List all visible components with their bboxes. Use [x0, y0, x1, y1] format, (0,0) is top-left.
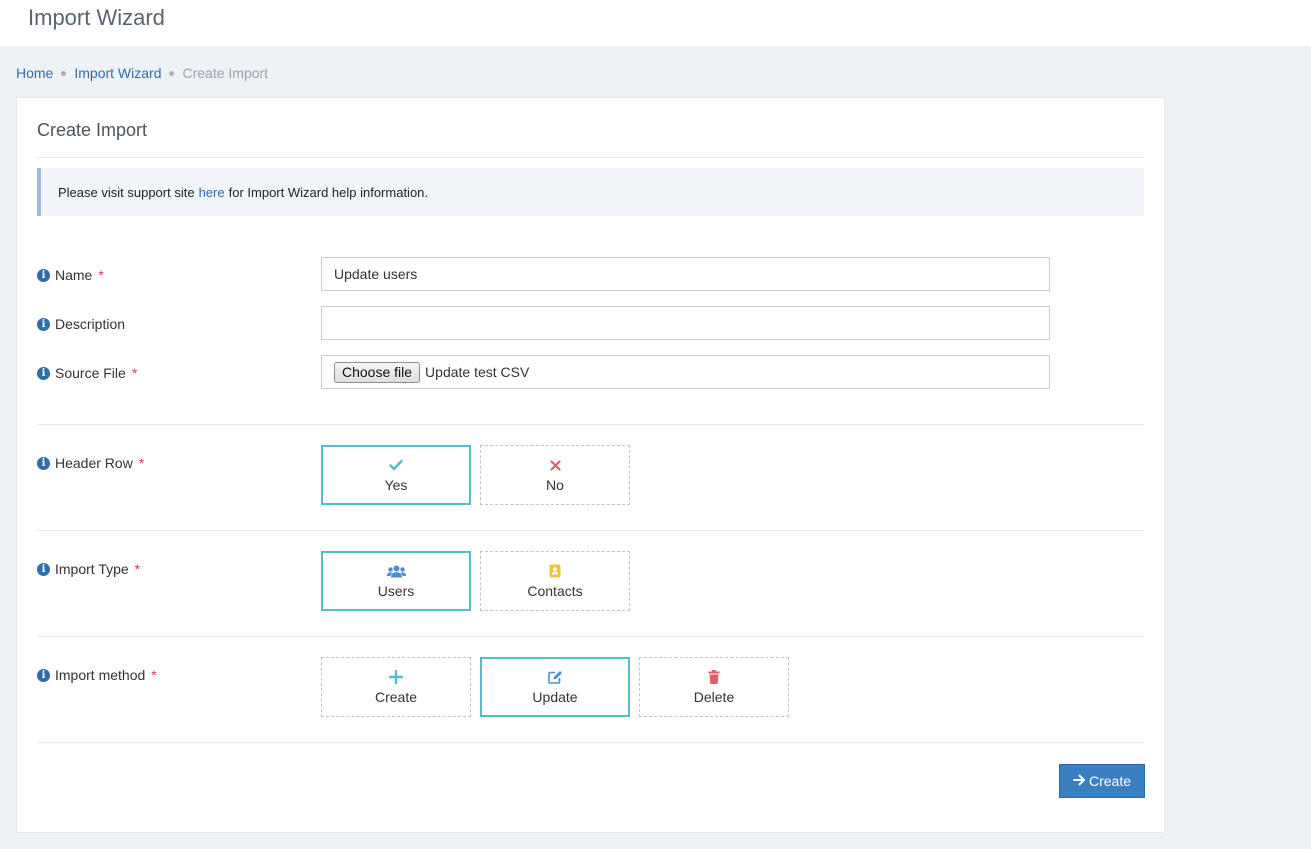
- description-label: i Description: [37, 314, 125, 334]
- contact-card-icon: [549, 563, 561, 579]
- breadcrumb-separator: [169, 70, 175, 76]
- info-icon[interactable]: i: [37, 562, 50, 576]
- import-method-delete-option[interactable]: Delete: [639, 657, 789, 717]
- import-type-contacts-option[interactable]: Contacts: [480, 551, 630, 611]
- users-icon: [386, 563, 406, 579]
- alert-text-prefix: Please visit support site: [58, 184, 195, 200]
- required-asterisk: *: [151, 667, 157, 683]
- description-input[interactable]: [321, 306, 1050, 340]
- breadcrumb-import-wizard-link[interactable]: Import Wizard: [74, 65, 161, 81]
- import-type-label-text: Import Type: [55, 561, 129, 577]
- arrow-right-icon: [1072, 773, 1086, 790]
- alert-text-suffix: for Import Wizard help information.: [228, 184, 429, 200]
- option-label: No: [546, 477, 564, 493]
- info-icon[interactable]: i: [37, 268, 50, 282]
- header-row-label-text: Header Row: [55, 455, 133, 471]
- check-icon: [389, 457, 403, 473]
- plus-icon: [389, 669, 403, 685]
- import-type-users-option[interactable]: Users: [321, 551, 471, 611]
- option-label: Create: [374, 689, 418, 705]
- create-button[interactable]: Create: [1059, 764, 1145, 798]
- selected-file-name: Update test CSV: [425, 364, 530, 380]
- name-label: i Name *: [37, 265, 104, 285]
- required-asterisk: *: [134, 561, 141, 577]
- breadcrumb-separator: [61, 70, 67, 76]
- import-method-label-text: Import method: [55, 667, 146, 683]
- card-title: Create Import: [37, 120, 148, 140]
- divider: [37, 157, 1144, 158]
- source-file-label: i Source File *: [37, 363, 137, 383]
- divider: [37, 424, 1144, 425]
- divider: [37, 636, 1144, 637]
- source-file-label-text: Source File: [55, 365, 126, 381]
- info-icon[interactable]: i: [37, 317, 50, 331]
- option-label: Delete: [693, 689, 735, 705]
- description-label-text: Description: [55, 316, 126, 332]
- name-input[interactable]: [321, 257, 1050, 291]
- divider: [37, 742, 1144, 743]
- required-asterisk: *: [98, 267, 104, 283]
- import-method-create-option[interactable]: Create: [321, 657, 471, 717]
- header-row-yes-option[interactable]: Yes: [321, 445, 471, 505]
- required-asterisk: *: [138, 455, 145, 471]
- edit-icon: [547, 669, 563, 685]
- source-file-field: Choose file Update test CSV: [321, 355, 1050, 389]
- option-label: Yes: [384, 477, 408, 493]
- choose-file-button[interactable]: Choose file: [334, 361, 421, 383]
- option-label: Users: [377, 583, 415, 599]
- create-import-card: Create Import Please visit support site …: [16, 97, 1165, 833]
- top-bar: Import Wizard: [0, 0, 1311, 46]
- option-label: Update: [532, 689, 578, 705]
- trash-icon: [708, 669, 720, 685]
- support-site-link[interactable]: here: [199, 185, 225, 200]
- app-title: Import Wizard: [28, 5, 165, 30]
- info-icon[interactable]: i: [37, 456, 50, 470]
- option-label: Contacts: [527, 583, 583, 599]
- times-icon: [549, 457, 561, 473]
- breadcrumb-current: Create Import: [182, 65, 269, 81]
- import-method-update-option[interactable]: Update: [480, 657, 630, 717]
- create-button-label: Create: [1088, 773, 1132, 789]
- import-type-label: i Import Type *: [37, 559, 140, 579]
- required-asterisk: *: [131, 365, 138, 381]
- import-method-label: i Import method *: [37, 665, 157, 685]
- help-info-alert: Please visit support site here for Impor…: [37, 168, 1144, 216]
- info-icon[interactable]: i: [37, 668, 50, 682]
- name-label-text: Name: [55, 267, 93, 283]
- breadcrumb-home-link[interactable]: Home: [16, 65, 53, 81]
- divider: [37, 530, 1144, 531]
- header-row-no-option[interactable]: No: [480, 445, 630, 505]
- info-icon[interactable]: i: [37, 366, 50, 380]
- header-row-label: i Header Row *: [37, 453, 144, 473]
- breadcrumb: Home Import Wizard Create Import: [16, 64, 268, 82]
